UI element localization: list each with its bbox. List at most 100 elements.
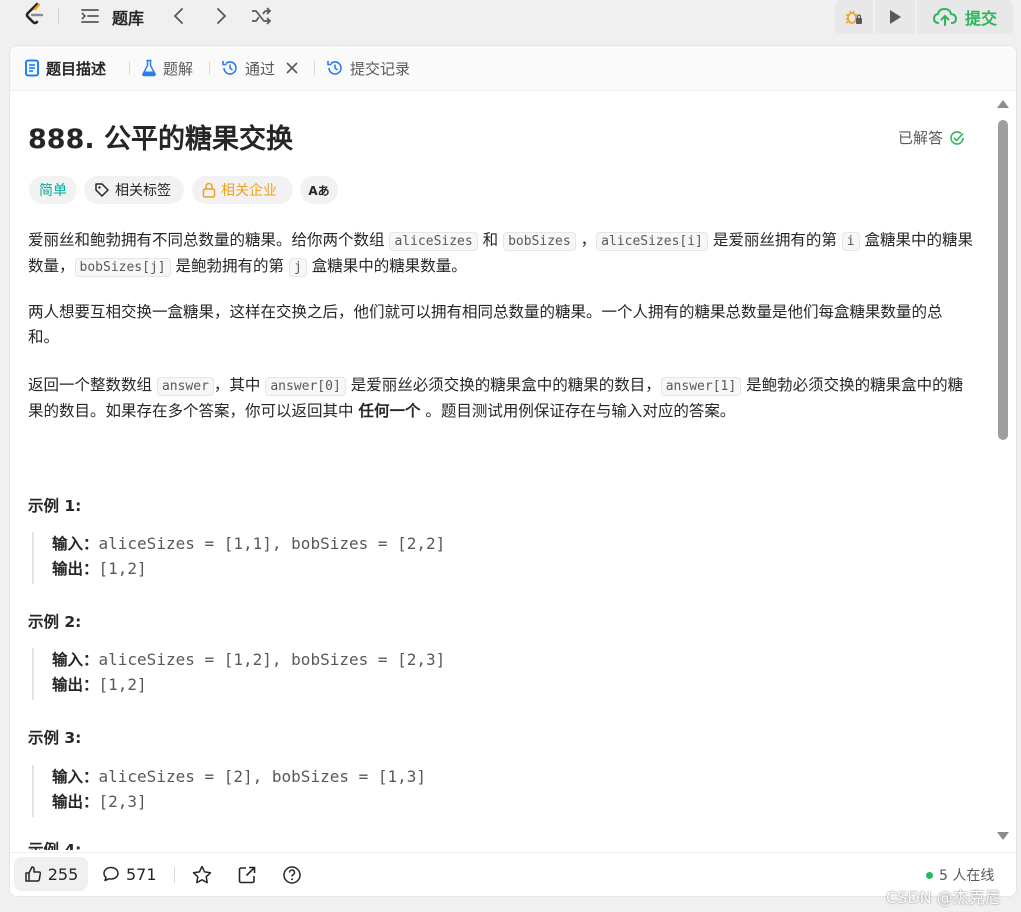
text: 是鲍勃拥有的第 (170, 257, 289, 275)
comment-icon (103, 866, 119, 882)
example-input: 输入：aliceSizes = [1,1], bobSizes = [2,2] (52, 532, 445, 554)
leetcode-logo-icon[interactable] (22, 2, 48, 28)
footer-divider (174, 867, 175, 883)
document-icon (25, 59, 39, 77)
like-button[interactable]: 255 (14, 857, 88, 891)
translate-icon: Aあ (308, 183, 330, 198)
shuffle-icon[interactable] (250, 5, 272, 27)
difficulty-badge[interactable]: 简单 (29, 176, 77, 204)
related-companies-label: 相关企业 (221, 183, 277, 199)
text: ， (575, 231, 597, 249)
problem-content: 888. 公平的糖果交换 已解答 简单 相关标签 相关企业 Aあ 爱丽丝和鲍勃拥… (28, 90, 986, 850)
online-count: 5 人在线 (926, 865, 994, 885)
tab-divider (209, 61, 210, 75)
output-label: 输出： (52, 793, 99, 811)
inline-code: answer[1] (660, 377, 742, 396)
online-dot-icon (926, 871, 933, 879)
prev-problem-icon[interactable] (170, 6, 188, 26)
inline-code: answer (156, 377, 214, 396)
tab-description[interactable]: 题目描述 (24, 56, 106, 80)
debug-button[interactable] (835, 0, 873, 34)
related-tags-label: 相关标签 (115, 183, 171, 199)
run-button[interactable] (875, 0, 915, 34)
inline-code: bobSizes (503, 232, 576, 251)
flask-icon (142, 59, 156, 77)
panel-tabs: 题目描述 题解 通过 提交记录 (10, 46, 1016, 91)
translate-button[interactable]: Aあ (300, 176, 338, 204)
output-value: [2,3] (98, 792, 147, 811)
tag-icon (95, 183, 109, 197)
text: 是爱丽丝必须交换的糖果盒中的糖果的数目， (345, 376, 661, 394)
star-icon[interactable] (191, 864, 213, 886)
input-value: aliceSizes = [1,2], bobSizes = [2,3] (98, 650, 446, 669)
tab-solutions[interactable]: 题解 (141, 56, 193, 80)
input-label: 输入： (52, 535, 99, 553)
description-paragraph-2: 两人想要互相交换一盒糖果，这样在交换之后，他们就可以拥有相同总数量的糖果。一个人… (28, 303, 943, 346)
inline-code: bobSizes[j] (74, 258, 171, 277)
example-output: 输出：[1,2] (52, 557, 147, 579)
input-label: 输入： (52, 768, 99, 786)
problem-bank-title[interactable]: 题库 (112, 5, 144, 29)
tab-description-label: 题目描述 (46, 59, 107, 78)
output-value: [1,2] (98, 675, 147, 694)
tab-divider (314, 61, 315, 75)
online-count-label: 5 人在线 (939, 868, 995, 884)
panel-footer: 255 571 5 人在线 (10, 852, 1016, 896)
inline-code: j (288, 258, 307, 277)
input-value: aliceSizes = [2], bobSizes = [1,3] (98, 767, 427, 786)
comments-button[interactable]: 571 (102, 857, 157, 891)
cloud-upload-icon (932, 7, 957, 26)
play-icon (890, 10, 901, 24)
check-circle-icon (950, 130, 964, 145)
csdn-watermark: CSDN @杰克尼 (886, 888, 1001, 907)
share-icon[interactable] (236, 864, 258, 886)
tab-solutions-label: 题解 (163, 59, 194, 78)
next-problem-icon[interactable] (212, 6, 230, 26)
tab-accepted[interactable]: 通过 (221, 56, 299, 80)
related-companies-button[interactable]: 相关企业 (192, 176, 293, 204)
example-block: 输入：aliceSizes = [2], bobSizes = [1,3] 输出… (32, 765, 934, 817)
text: 爱丽丝和鲍勃拥有不同总数量的糖果。给你两个数组 (28, 231, 390, 249)
scrollbar[interactable] (996, 96, 1010, 848)
example-heading: 示例 2: (28, 613, 82, 631)
inline-code: i (841, 232, 860, 251)
history-icon (222, 61, 237, 75)
inline-code: aliceSizes (389, 232, 478, 251)
example-block: 输入：aliceSizes = [1,1], bobSizes = [2,2] … (32, 532, 934, 584)
tab-submissions[interactable]: 提交记录 (326, 56, 410, 80)
close-icon[interactable] (285, 61, 299, 75)
submit-button[interactable]: 提交 (917, 0, 1013, 34)
example-input: 输入：aliceSizes = [2], bobSizes = [1,3] (52, 765, 426, 787)
scroll-down-arrow-icon[interactable] (997, 832, 1009, 840)
solved-status: 已解答 (898, 127, 965, 148)
tab-submissions-label: 提交记录 (350, 59, 411, 78)
example-heading: 示例 1: (28, 497, 82, 515)
text: ，其中 (213, 376, 266, 394)
scrollbar-thumb[interactable] (998, 120, 1008, 440)
example-output: 输出：[2,3] (52, 790, 147, 812)
comment-count: 571 (126, 864, 157, 884)
problem-list-icon[interactable] (80, 6, 100, 26)
related-tags-button[interactable]: 相关标签 (84, 176, 184, 204)
debug-bug-icon (845, 10, 862, 24)
help-icon[interactable] (281, 864, 303, 886)
example-heading: 示例 4: (28, 841, 82, 850)
thumbs-up-icon (24, 866, 41, 882)
solved-status-label: 已解答 (898, 129, 944, 147)
example-output: 输出：[1,2] (52, 673, 147, 695)
description-panel: 题目描述 题解 通过 提交记录 888. 公平的糖果交换 已解答 简单 相关标签… (9, 45, 1017, 897)
lock-icon (202, 182, 216, 198)
text: 。题目测试用例保证存在与输入对应的答案。 (420, 402, 736, 420)
output-label: 输出： (52, 676, 99, 694)
text: 和 (477, 231, 504, 249)
top-bar: 题库 提交 (0, 0, 1021, 34)
scroll-up-arrow-icon[interactable] (997, 100, 1009, 108)
example-block: 输入：aliceSizes = [1,2], bobSizes = [2,3] … (32, 648, 934, 700)
like-count: 255 (47, 864, 79, 884)
description-paragraph-3: 返回一个整数数组 answer ，其中 answer[0] 是爱丽丝必须交换的糖果… (28, 373, 973, 424)
problem-title: 888. 公平的糖果交换 (28, 124, 294, 155)
history-icon (327, 61, 342, 75)
submit-label: 提交 (964, 9, 997, 28)
inline-code: aliceSizes[i] (596, 232, 708, 251)
description-paragraph-1: 爱丽丝和鲍勃拥有不同总数量的糖果。给你两个数组 aliceSizes 和 bob… (28, 228, 973, 280)
